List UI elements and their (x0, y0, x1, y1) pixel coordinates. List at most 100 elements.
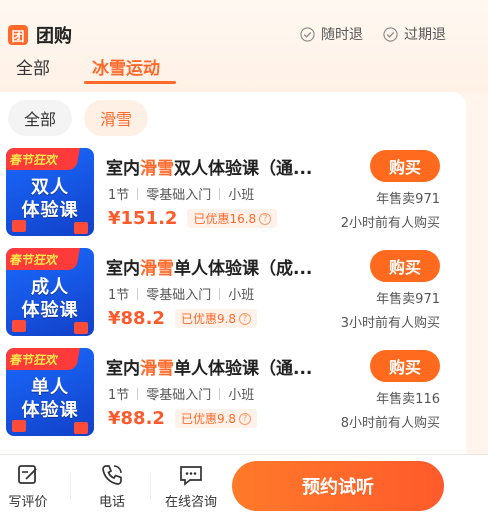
meta-divider (137, 187, 139, 200)
brand-logo-icon: 团 (8, 25, 28, 45)
title-prefix: 室内 (106, 359, 140, 379)
meta-divider (219, 187, 221, 200)
brand: 团 团购 (8, 22, 72, 48)
gift-icon (12, 420, 26, 432)
price-row: ¥88.2 已优惠9.8? (108, 308, 258, 329)
discount-label: 已优惠9.8 (180, 412, 237, 426)
product-price: ¥88.2 (108, 308, 165, 329)
discount-label: 已优惠9.8 (180, 312, 237, 326)
product-card[interactable]: 春节狂欢 单人 体验课 室内滑雪单人体验课（通... 1节 零基础入门 小班 ¥… (0, 348, 466, 444)
buy-button[interactable]: 购买 (370, 150, 440, 182)
meta-class-size: 小班 (228, 188, 255, 203)
badge-refund-expired: 过期退 (383, 24, 446, 44)
thumb-text-line2: 体验课 (21, 300, 79, 321)
guarantee-badges: 随时退 过期退 (300, 24, 446, 44)
badge-label: 过期退 (404, 27, 446, 43)
title-suffix: 双人体验课（通... (174, 159, 313, 179)
buy-button[interactable]: 购买 (370, 250, 440, 282)
chip-all[interactable]: 全部 (8, 100, 73, 136)
product-thumbnail: 春节狂欢 成人 体验课 (6, 248, 94, 336)
annual-sales: 年售卖116 (376, 392, 440, 407)
meta-class-size: 小班 (228, 288, 255, 303)
meta-level: 零基础入门 (146, 188, 212, 203)
meta-divider (137, 287, 139, 300)
discount-badge: 已优惠9.8? (174, 309, 258, 328)
write-review-button[interactable]: 写评价 (4, 455, 52, 517)
question-icon[interactable]: ? (239, 412, 252, 425)
edit-icon (18, 465, 37, 484)
header: 团 团购 随时退 过期退 全部 冰雪运动 (0, 0, 488, 92)
annual-sales: 年售卖971 (376, 292, 440, 307)
divider (150, 473, 151, 499)
question-icon[interactable]: ? (239, 312, 252, 325)
meta-divider (137, 387, 139, 400)
product-card[interactable]: 春节狂欢 双人 体验课 室内滑雪双人体验课（通... 1节 零基础入门 小班 ¥… (0, 148, 466, 244)
product-panel: 全部 滑雪 春节狂欢 双人 体验课 室内滑雪双人体验课（通... 1节 零基础入… (0, 92, 466, 454)
title-highlight: 滑雪 (140, 359, 174, 379)
gift-icon (74, 422, 88, 434)
meta-divider (219, 287, 221, 300)
meta-class-size: 小班 (228, 388, 255, 403)
check-circle-icon (383, 26, 398, 42)
meta-sessions: 1节 (108, 388, 130, 403)
product-price: ¥151.2 (108, 208, 178, 229)
question-icon[interactable]: ? (259, 212, 272, 225)
price-row: ¥151.2 已优惠16.8? (108, 208, 278, 229)
product-meta: 1节 零基础入门 小班 (108, 184, 254, 203)
meta-sessions: 1节 (108, 288, 130, 303)
divider (70, 473, 71, 499)
product-title: 室内滑雪双人体验课（通... (106, 154, 334, 179)
book-trial-button[interactable]: 预约试听 (232, 461, 444, 511)
thumb-banner: 春节狂欢 (6, 348, 80, 370)
phone-icon (102, 465, 122, 485)
thumb-banner: 春节狂欢 (6, 248, 80, 270)
phone-button[interactable]: 电话 (88, 455, 136, 517)
filter-chips: 全部 滑雪 (8, 100, 149, 136)
chip-ski[interactable]: 滑雪 (84, 100, 149, 136)
chat-icon (180, 466, 202, 486)
discount-badge: 已优惠9.8? (174, 409, 258, 428)
product-meta: 1节 零基础入门 小班 (108, 384, 254, 403)
gift-icon (74, 222, 88, 234)
price-row: ¥88.2 已优惠9.8? (108, 408, 258, 429)
recent-purchase: 8小时前有人购买 (340, 416, 440, 431)
badge-refund-anytime: 随时退 (300, 24, 363, 44)
buy-button[interactable]: 购买 (370, 350, 440, 382)
thumb-text-line2: 体验课 (21, 200, 79, 221)
bottom-action-bar: 写评价 电话 在线咨询 预约试听 (0, 454, 488, 517)
bottom-item-label: 写评价 (8, 495, 48, 510)
tab-all[interactable]: 全部 (16, 54, 50, 79)
meta-divider (219, 387, 221, 400)
bottom-item-label: 电话 (98, 495, 125, 510)
discount-badge: 已优惠16.8? (187, 209, 278, 228)
product-meta: 1节 零基础入门 小班 (108, 284, 254, 303)
bottom-item-label: 在线咨询 (164, 495, 217, 510)
product-title: 室内滑雪单人体验课（通... (106, 354, 334, 379)
product-thumbnail: 春节狂欢 单人 体验课 (6, 348, 94, 436)
tab-ice-snow-sports[interactable]: 冰雪运动 (92, 54, 160, 79)
product-card[interactable]: 春节狂欢 成人 体验课 室内滑雪单人体验课（成... 1节 零基础入门 小班 ¥… (0, 248, 466, 344)
meta-level: 零基础入门 (146, 388, 212, 403)
online-consult-button[interactable]: 在线咨询 (158, 455, 224, 517)
title-highlight: 滑雪 (140, 259, 174, 279)
product-thumbnail: 春节狂欢 双人 体验课 (6, 148, 94, 236)
recent-purchase: 3小时前有人购买 (340, 316, 440, 331)
title-prefix: 室内 (106, 159, 140, 179)
page-title: 团购 (36, 26, 72, 47)
recent-purchase: 2小时前有人购买 (340, 216, 440, 231)
product-title: 室内滑雪单人体验课（成... (106, 254, 334, 279)
gift-icon (12, 220, 26, 232)
discount-label: 已优惠16.8 (193, 212, 257, 226)
annual-sales: 年售卖971 (376, 192, 440, 207)
category-tabs: 全部 冰雪运动 (0, 54, 488, 88)
gift-icon (74, 322, 88, 334)
gift-icon (12, 320, 26, 332)
check-circle-icon (300, 26, 315, 42)
title-prefix: 室内 (106, 259, 140, 279)
meta-sessions: 1节 (108, 188, 130, 203)
thumb-banner: 春节狂欢 (6, 148, 80, 170)
meta-level: 零基础入门 (146, 288, 212, 303)
title-suffix: 单人体验课（通... (174, 359, 313, 379)
title-suffix: 单人体验课（成... (174, 259, 313, 279)
title-highlight: 滑雪 (140, 159, 174, 179)
